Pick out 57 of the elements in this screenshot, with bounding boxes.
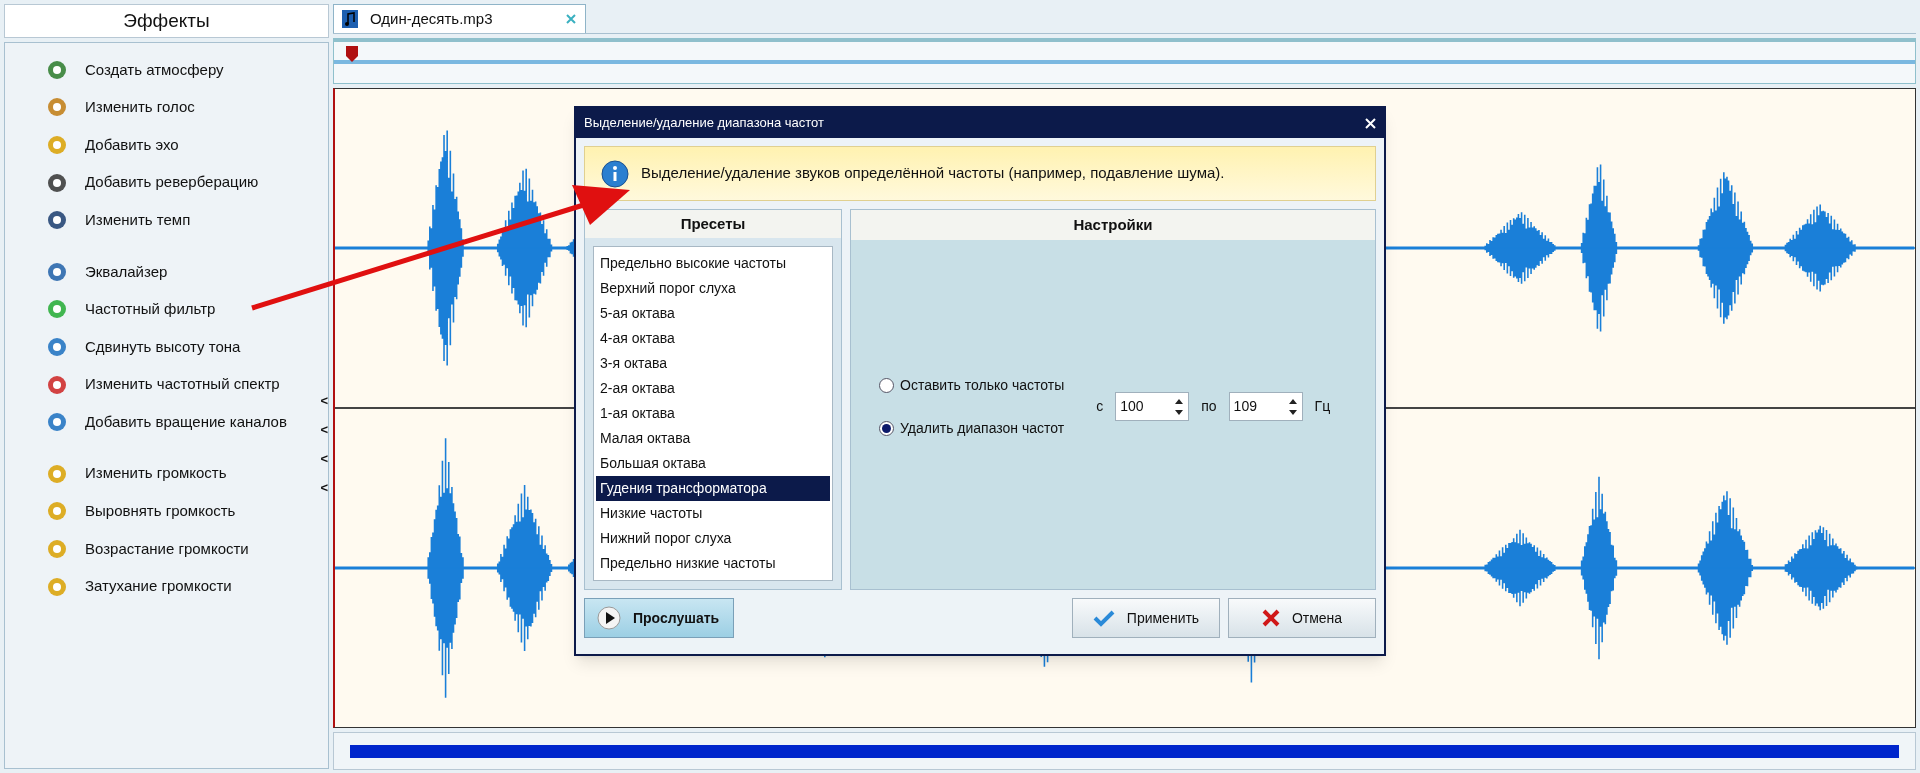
preset-item[interactable]: 3-я октава <box>596 351 830 376</box>
preset-item[interactable]: Низкие частоты <box>596 501 830 526</box>
preset-item[interactable]: 4-ая октава <box>596 326 830 351</box>
collapse-arrow[interactable]: < <box>320 422 328 438</box>
cancel-button[interactable]: Отмена <box>1228 598 1376 638</box>
effect-item[interactable]: Возрастание громкости <box>45 530 249 568</box>
playhead-marker-icon[interactable] <box>345 45 359 63</box>
apply-button[interactable]: Применить <box>1072 598 1220 638</box>
checkmark-icon <box>1092 609 1115 627</box>
preset-item[interactable]: 5-ая октава <box>596 301 830 326</box>
listen-button[interactable]: Прослушать <box>584 598 734 638</box>
cross-icon <box>1261 609 1280 627</box>
preset-item[interactable]: 2-ая октава <box>596 376 830 401</box>
radio-button[interactable] <box>879 420 894 436</box>
collapse-arrow[interactable]: < <box>320 480 328 496</box>
to-label: по <box>1201 397 1217 416</box>
number-spinner[interactable]: 100 <box>1115 392 1190 421</box>
collapse-arrow[interactable]: < <box>320 451 328 467</box>
panel-header: Пресеты <box>585 210 841 238</box>
effect-item[interactable]: Изменить темп <box>45 201 191 239</box>
preset-item[interactable]: Нижний порог слуха <box>596 526 830 551</box>
preset-item[interactable]: Гудения трансформатора <box>596 476 830 501</box>
number-spinner[interactable]: 109 <box>1228 392 1303 421</box>
dialog-title: Выделение/удаление диапазона частот <box>584 114 824 133</box>
file-tab[interactable]: Один-десять.mp3 <box>333 4 586 33</box>
effect-item[interactable]: Сдвинуть высоту тона <box>45 328 241 366</box>
unit-label: Гц <box>1314 397 1331 416</box>
radio-button[interactable] <box>879 377 894 393</box>
panel-header: Настройки <box>851 210 1375 240</box>
preset-item[interactable]: Верхний порог слуха <box>596 276 830 301</box>
effect-item[interactable]: Выровнять громкость <box>45 492 236 531</box>
effect-item[interactable]: Частотный фильтр <box>45 290 216 329</box>
collapse-arrow[interactable]: < <box>320 393 328 409</box>
horizontal-scrollbar[interactable] <box>333 732 1916 770</box>
preset-item[interactable]: Большая октава <box>596 451 830 476</box>
effect-item[interactable]: Изменить голос <box>45 88 195 127</box>
preset-item[interactable]: Малая октава <box>596 426 830 451</box>
effect-item[interactable]: Добавить реверберацию <box>45 163 259 202</box>
effect-item[interactable]: Создать атмосферу <box>45 51 224 89</box>
effect-item[interactable]: Изменить громкость <box>45 454 227 493</box>
panel-title: Эффекты <box>4 4 329 38</box>
info-icon <box>601 159 629 188</box>
effect-item[interactable]: Изменить частотный спектр <box>45 365 280 404</box>
effect-item[interactable]: Добавить вращение каналов <box>45 403 287 441</box>
preset-item[interactable]: Предельно низкие частоты <box>596 551 830 576</box>
effect-item[interactable]: Эквалайзер <box>45 252 168 291</box>
info-banner: Выделение/удаление звуков определённой частоты (например, подавление шума). <box>584 146 1376 201</box>
preset-item[interactable]: Предельно высокие частоты <box>596 251 830 276</box>
play-icon <box>597 606 621 630</box>
music-file-icon <box>342 10 358 28</box>
radio-option[interactable]: Удалить диапазон частот <box>879 417 1065 439</box>
effect-item[interactable]: Затухание громкости <box>45 567 232 606</box>
from-label: с <box>1096 397 1104 416</box>
preset-item[interactable]: 1-ая октава <box>596 401 830 426</box>
effect-icon <box>45 133 69 157</box>
effect-item[interactable]: Добавить эхо <box>45 126 179 164</box>
radio-option[interactable]: Оставить только частоты <box>879 374 1065 396</box>
